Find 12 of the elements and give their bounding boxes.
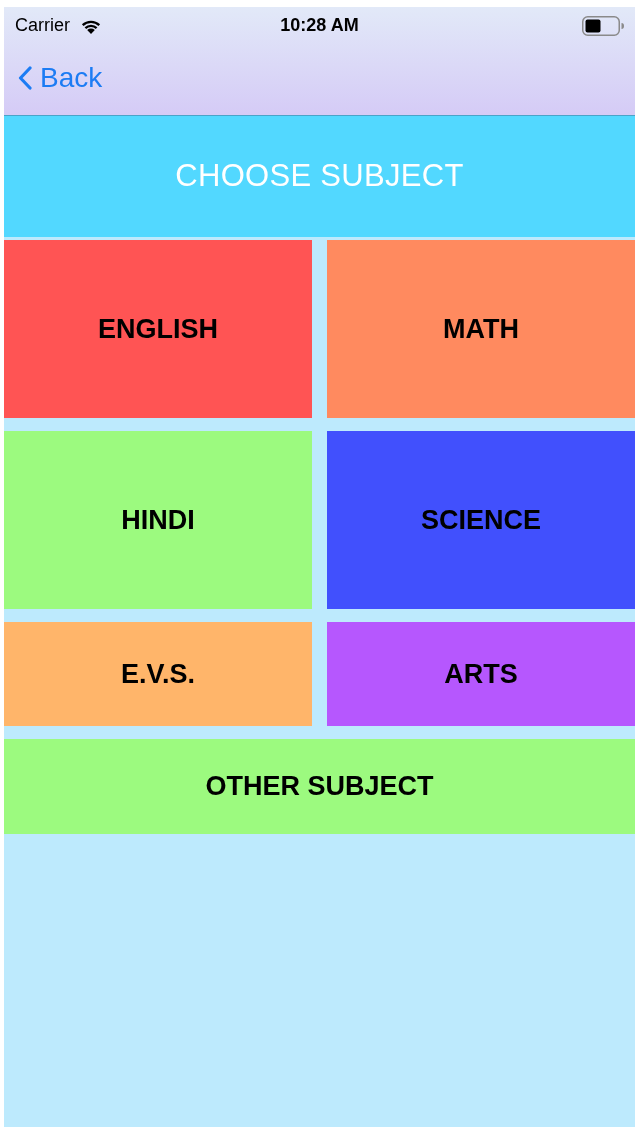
- subject-button[interactable]: E.V.S.: [4, 622, 312, 726]
- subject-button[interactable]: SCIENCE: [327, 431, 635, 609]
- battery-icon: [582, 15, 624, 36]
- subject-button[interactable]: ENGLISH: [4, 240, 312, 418]
- subject-button[interactable]: MATH: [327, 240, 635, 418]
- subject-button[interactable]: ARTS: [327, 622, 635, 726]
- subject-button[interactable]: HINDI: [4, 431, 312, 609]
- status-time: 10:28 AM: [280, 14, 359, 37]
- carrier-label: Carrier: [15, 14, 70, 37]
- chevron-left-icon: [18, 65, 32, 90]
- subject-button[interactable]: OTHER SUBJECT: [4, 739, 635, 834]
- header-title: CHOOSE SUBJECT: [175, 157, 464, 196]
